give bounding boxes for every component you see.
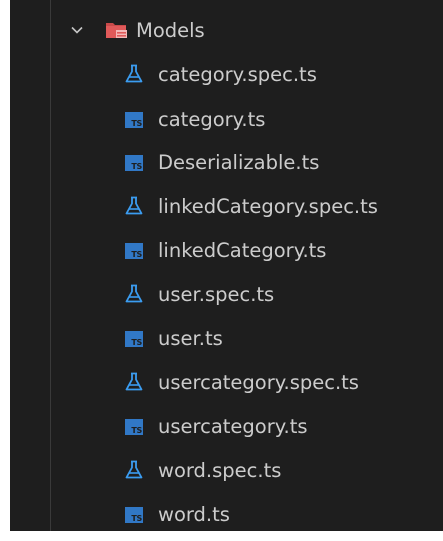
typescript-icon: TS (124, 240, 144, 260)
file-label: usercategory.ts (158, 414, 308, 438)
file-label: user.spec.ts (158, 282, 275, 306)
typescript-icon: TS (124, 504, 144, 524)
file-label: word.ts (158, 502, 230, 526)
typescript-icon: TS (124, 152, 144, 172)
file-row[interactable]: word.spec.ts (10, 448, 443, 492)
folder-label: Models (136, 18, 205, 42)
file-row[interactable]: TS linkedCategory.ts (10, 228, 443, 272)
file-row[interactable]: user.spec.ts (10, 272, 443, 316)
file-label: category.ts (158, 107, 266, 131)
file-label: word.spec.ts (158, 458, 282, 482)
folder-open-icon (105, 20, 129, 40)
file-label: category.spec.ts (158, 62, 317, 86)
file-row[interactable]: TS word.ts (10, 492, 443, 531)
file-row[interactable]: category.spec.ts (10, 52, 443, 96)
test-flask-icon (124, 460, 144, 480)
test-flask-icon (124, 64, 144, 84)
typescript-icon: TS (124, 416, 144, 436)
file-row[interactable]: linkedCategory.spec.ts (10, 184, 443, 228)
chevron-down-icon[interactable] (70, 23, 84, 37)
file-label: linkedCategory.ts (158, 238, 327, 262)
file-row[interactable]: usercategory.spec.ts (10, 360, 443, 404)
file-explorer-panel: Models category.spec.ts TS category.ts T… (10, 0, 443, 531)
test-flask-icon (124, 372, 144, 392)
file-row[interactable]: TS usercategory.ts (10, 404, 443, 448)
folder-row-models[interactable]: Models (10, 8, 443, 52)
file-label: user.ts (158, 326, 223, 350)
typescript-icon: TS (124, 328, 144, 348)
file-row[interactable]: TS user.ts (10, 316, 443, 360)
file-label: Deserializable.ts (158, 150, 320, 174)
test-flask-icon (124, 196, 144, 216)
file-row[interactable]: TS category.ts (10, 97, 443, 141)
typescript-icon: TS (124, 109, 144, 129)
file-row[interactable]: TS Deserializable.ts (10, 140, 443, 184)
file-label: linkedCategory.spec.ts (158, 194, 378, 218)
file-label: usercategory.spec.ts (158, 370, 359, 394)
test-flask-icon (124, 284, 144, 304)
